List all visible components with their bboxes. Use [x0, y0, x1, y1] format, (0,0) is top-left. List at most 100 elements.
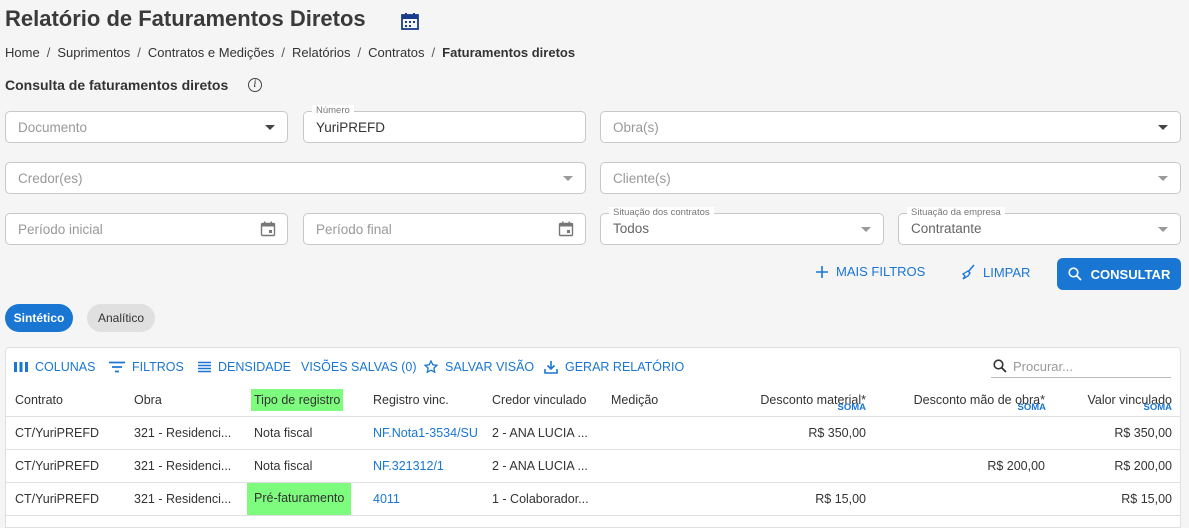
broom-icon — [961, 264, 975, 280]
mais-filtros-button[interactable]: MAIS FILTROS — [815, 264, 925, 279]
clientes-placeholder: Cliente(s) — [613, 171, 671, 186]
col-registro-vinc[interactable]: Registro vinc. — [373, 393, 449, 407]
soma-valor-vinculado: SOMA — [1143, 402, 1173, 413]
soma-desconto-mao-obra: SOMA — [1017, 402, 1047, 413]
search-icon — [993, 359, 1007, 373]
col-medicao[interactable]: Medição — [611, 393, 658, 407]
search-input[interactable]: Procurar... — [991, 356, 1171, 378]
gerar-relatorio-label: GERAR RELATÓRIO — [565, 360, 685, 374]
salvar-visao-button[interactable]: SALVAR VISÃO — [424, 360, 534, 374]
breadcrumb-current: Faturamentos diretos — [442, 45, 576, 60]
filter-lines-icon — [109, 361, 125, 373]
info-icon[interactable]: i — [248, 78, 262, 92]
calendar-icon[interactable] — [260, 221, 276, 237]
documento-select[interactable]: Documento — [5, 111, 288, 143]
cell-contrato: CT/YuriPREFD — [15, 426, 100, 440]
documento-placeholder: Documento — [18, 120, 88, 135]
table-row[interactable]: CT/YuriPREFD 321 - Residenci... Nota fis… — [6, 417, 1180, 450]
consultar-label: CONSULTAR — [1090, 266, 1171, 282]
star-icon — [424, 360, 438, 374]
situacao-contratos-label: Situação dos contratos — [609, 207, 714, 219]
limpar-button[interactable]: LIMPAR — [960, 264, 1030, 280]
calendar-icon[interactable] — [558, 221, 574, 237]
chevron-down-icon — [861, 227, 871, 232]
cell-obra: 321 - Residenci... — [134, 492, 232, 506]
consultar-button[interactable]: CONSULTAR — [1057, 258, 1181, 290]
soma-desconto-material: SOMA — [837, 402, 867, 413]
cell-contrato: CT/YuriPREFD — [15, 459, 100, 473]
colunas-label: COLUNAS — [35, 360, 96, 374]
chevron-down-icon — [1158, 227, 1168, 232]
cell-tipo: Nota fiscal — [254, 426, 313, 440]
obras-select[interactable]: Obra(s) — [600, 111, 1181, 143]
cell-credor: 2 - ANA LUCIA ... — [492, 459, 588, 473]
cell-desconto-material: R$ 15,00 — [815, 492, 866, 506]
mais-filtros-label: MAIS FILTROS — [836, 264, 926, 279]
numero-value: YuriPREFD — [316, 120, 386, 135]
cell-registro-link[interactable]: 4011 — [373, 492, 483, 506]
cell-valor: R$ 200,00 — [1114, 459, 1172, 473]
numero-field[interactable]: Número YuriPREFD — [303, 105, 586, 143]
cell-tipo: Nota fiscal — [254, 459, 313, 473]
densidade-button[interactable]: DENSIDADE — [198, 360, 291, 374]
chevron-down-icon — [265, 125, 275, 130]
cell-desconto-material: R$ 350,00 — [808, 426, 866, 440]
breadcrumb-suprimentos[interactable]: Suprimentos — [57, 45, 130, 60]
periodo-inicial-field[interactable]: Período inicial — [5, 213, 288, 245]
cell-obra: 321 - Residenci... — [134, 459, 232, 473]
download-icon — [544, 361, 558, 374]
cell-tipo: Pré-faturamento — [247, 483, 352, 515]
credores-select[interactable]: Credor(es) — [5, 162, 586, 194]
salvar-visao-label: SALVAR VISÃO — [445, 360, 535, 374]
table-row[interactable]: CT/YuriPREFD 321 - Residenci... Nota fis… — [6, 450, 1180, 483]
breadcrumb-contratos-medicoes[interactable]: Contratos e Medições — [148, 45, 274, 60]
search-icon — [1068, 267, 1082, 281]
plus-icon — [816, 265, 828, 278]
table-header: Contrato Obra Tipo de registro Registro … — [6, 382, 1180, 417]
chevron-down-icon — [1158, 176, 1168, 181]
colunas-button[interactable]: COLUNAS — [14, 360, 95, 374]
page-title: Relatório de Faturamentos Diretos — [5, 6, 366, 31]
limpar-label: LIMPAR — [983, 264, 1031, 280]
table-row[interactable]: CT/YuriPREFD 321 - Residenci... Pré-fatu… — [6, 483, 1180, 516]
chevron-down-icon — [1158, 125, 1168, 130]
calendar-icon[interactable] — [401, 12, 419, 30]
gerar-relatorio-button[interactable]: GERAR RELATÓRIO — [544, 360, 684, 374]
sintetico-toggle[interactable]: Sintético — [5, 304, 73, 332]
numero-label: Número — [312, 105, 354, 117]
situacao-empresa-value: Contratante — [911, 221, 982, 236]
situacao-empresa-select[interactable]: Situação da empresa Contratante — [898, 207, 1181, 245]
periodo-final-field[interactable]: Período final — [303, 213, 586, 245]
clientes-select[interactable]: Cliente(s) — [600, 162, 1181, 194]
periodo-inicial-placeholder: Período inicial — [18, 222, 103, 237]
periodo-final-placeholder: Período final — [316, 222, 392, 237]
breadcrumb: Home / Suprimentos / Contratos e Medições / Re… — [5, 45, 576, 60]
chevron-down-icon — [563, 176, 573, 181]
visoes-salvas-label: VISÕES SALVAS (0) — [301, 360, 417, 374]
cell-credor: 1 - Colaborador... — [492, 492, 589, 506]
cell-desconto-mao-obra: R$ 200,00 — [987, 459, 1045, 473]
search-placeholder: Procurar... — [1013, 359, 1073, 374]
visoes-salvas-button[interactable]: VISÕES SALVAS (0) — [301, 360, 417, 374]
breadcrumb-home[interactable]: Home — [5, 45, 40, 60]
filtros-button[interactable]: FILTROS — [109, 360, 184, 374]
cell-valor: R$ 350,00 — [1114, 426, 1172, 440]
col-contrato[interactable]: Contrato — [15, 393, 63, 407]
cell-registro-link[interactable]: NF.321312/1 — [373, 459, 483, 473]
col-credor-vinculado[interactable]: Credor vinculado — [492, 393, 587, 407]
obras-placeholder: Obra(s) — [613, 120, 659, 135]
cell-contrato: CT/YuriPREFD — [15, 492, 100, 506]
situacao-contratos-select[interactable]: Situação dos contratos Todos — [600, 207, 884, 245]
analitico-toggle[interactable]: Analítico — [87, 304, 155, 332]
situacao-contratos-value: Todos — [613, 221, 650, 236]
cell-registro-link[interactable]: NF.Nota1-3534/SU — [373, 426, 483, 440]
situacao-empresa-label: Situação da empresa — [907, 207, 1005, 219]
section-title: Consulta de faturamentos diretos — [5, 77, 229, 93]
cell-valor: R$ 15,00 — [1121, 492, 1172, 506]
breadcrumb-relatorios[interactable]: Relatórios — [292, 45, 351, 60]
col-tipo-registro[interactable]: Tipo de registro — [251, 389, 344, 411]
data-grid: COLUNAS FILTROS DENSIDADE VISÕES SALVAS … — [5, 347, 1181, 528]
col-obra[interactable]: Obra — [134, 393, 162, 407]
breadcrumb-contratos[interactable]: Contratos — [368, 45, 424, 60]
cell-credor: 2 - ANA LUCIA ... — [492, 426, 588, 440]
